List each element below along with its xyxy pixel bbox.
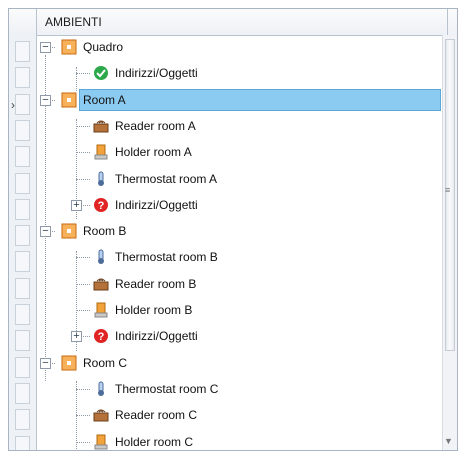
collapse-toggle[interactable]: −: [40, 226, 51, 237]
tree-connector: [76, 415, 90, 416]
collapse-toggle[interactable]: −: [40, 95, 51, 106]
header-separator: [447, 9, 448, 35]
row-selector[interactable]: [15, 120, 30, 141]
current-row-arrow-icon: ›: [11, 98, 15, 112]
tree-node-label[interactable]: Indirizzi/Oggetti: [115, 66, 198, 80]
holder-icon: [93, 144, 109, 160]
tree-connector: [76, 389, 90, 390]
reader-icon: [93, 118, 109, 134]
row-selector[interactable]: [15, 173, 30, 194]
tree-node-label[interactable]: Reader room A: [115, 119, 196, 133]
expand-toggle[interactable]: +: [71, 331, 82, 342]
row-selector[interactable]: [15, 41, 30, 62]
check-green-icon: [93, 65, 109, 81]
tree-line: [76, 67, 77, 91]
holder-icon: [93, 302, 109, 318]
tree-node-label[interactable]: Indirizzi/Oggetti: [115, 198, 198, 212]
tree-line: [76, 381, 77, 450]
row-selector[interactable]: [15, 146, 30, 167]
room-icon: [61, 39, 77, 55]
row-selector-gutter: ›: [9, 35, 37, 450]
reader-icon: [93, 276, 109, 292]
tree-connector: [76, 73, 90, 74]
row-selector[interactable]: [15, 436, 30, 450]
room-icon: [61, 355, 77, 371]
row-selector[interactable]: [15, 357, 30, 378]
row-selector[interactable]: [15, 67, 30, 88]
collapse-toggle[interactable]: −: [40, 42, 51, 53]
tree-connector: [76, 284, 90, 285]
tree-node-label[interactable]: Thermostat room C: [115, 382, 218, 396]
row-selector[interactable]: [15, 251, 30, 272]
room-icon: [61, 223, 77, 239]
expand-toggle[interactable]: +: [71, 200, 82, 211]
tree-node-label[interactable]: Reader room C: [115, 408, 197, 422]
row-selector[interactable]: [15, 383, 30, 404]
question-red-icon: ?: [93, 197, 109, 213]
tree-connector: [76, 179, 90, 180]
header-title: AMBIENTI: [45, 15, 102, 29]
header-corner: [9, 9, 37, 35]
row-selector[interactable]: [15, 304, 30, 325]
tree-node-label[interactable]: Holder room B: [115, 303, 192, 317]
tree-node-label[interactable]: Thermostat room B: [115, 250, 218, 264]
tree-node-label[interactable]: Quadro: [83, 40, 123, 54]
tree-node-label[interactable]: Room A: [83, 93, 126, 107]
row-selector[interactable]: [15, 330, 30, 351]
tree-node-label[interactable]: Holder room C: [115, 435, 193, 449]
tree-grid: AMBIENTI › ≡ ▼ − Quadro Indirizzi/Oggetti −…: [8, 8, 458, 451]
vertical-scrollbar[interactable]: ≡ ▼: [442, 35, 457, 450]
tree-node-label[interactable]: Room C: [83, 356, 127, 370]
row-selector[interactable]: [15, 278, 30, 299]
scroll-down-arrow-icon[interactable]: ▼: [444, 436, 453, 446]
tree-connector: [76, 152, 90, 153]
tree-connector: [76, 442, 90, 443]
scrollbar-thumb[interactable]: [445, 39, 455, 351]
row-selector[interactable]: [15, 225, 30, 246]
selected-row-highlight: [79, 89, 441, 111]
room-icon: [61, 92, 77, 108]
svg-text:?: ?: [98, 331, 105, 343]
row-selector[interactable]: [15, 409, 30, 430]
thermometer-icon: [93, 249, 109, 265]
reader-icon: [93, 407, 109, 423]
tree-connector: [76, 310, 90, 311]
collapse-toggle[interactable]: −: [40, 358, 51, 369]
question-red-icon: ?: [93, 328, 109, 344]
tree-node-label[interactable]: Reader room B: [115, 277, 196, 291]
holder-icon: [93, 434, 109, 450]
tree-node-label[interactable]: Holder room A: [115, 145, 192, 159]
thermometer-icon: [93, 171, 109, 187]
column-header[interactable]: AMBIENTI: [9, 9, 457, 36]
svg-text:?: ?: [98, 200, 105, 212]
tree-node-label[interactable]: Room B: [83, 224, 126, 238]
tree-connector: [76, 126, 90, 127]
tree-node-label[interactable]: Thermostat room A: [115, 172, 217, 186]
tree-connector: [76, 257, 90, 258]
tree-node-label[interactable]: Indirizzi/Oggetti: [115, 329, 198, 343]
row-selector[interactable]: [15, 199, 30, 220]
thermometer-icon: [93, 381, 109, 397]
scrollbar-grip-icon: ≡: [445, 185, 451, 195]
